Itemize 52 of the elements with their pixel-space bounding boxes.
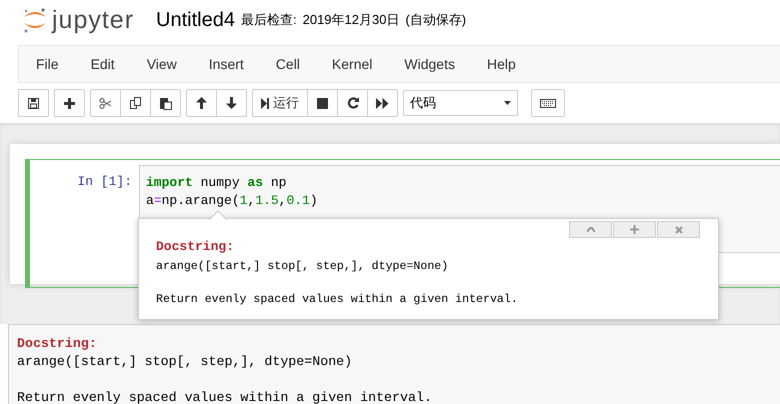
menu-item[interactable]: Widgets [394,56,465,72]
copy-button[interactable] [120,89,151,117]
keyboard-shortcuts-button[interactable] [531,89,565,117]
move-down-button[interactable] [216,89,247,117]
docstring-text: Return evenly spaced values within a given interval. [156,293,519,306]
cut-button[interactable] [90,89,121,117]
notebook-name[interactable]: Untitled4 [156,8,235,32]
function-signature: arange([start,] stop[, step,], dtype=None) [156,260,450,273]
menu-item[interactable]: Edit [80,56,125,72]
pager-signature: arange([start,] stop[, step,], dtype=None) [17,353,354,371]
code-line: import numpy as np [146,174,286,192]
menu-item[interactable]: Kernel [322,56,382,72]
cell-type-dropdown[interactable]: 代码 [403,90,518,116]
menu-item[interactable]: View [136,56,187,72]
logo-icon [22,7,48,33]
autosave-status: (自动保存) [405,11,466,29]
restart-button[interactable] [337,89,368,117]
keyboard-icon [540,98,556,108]
menu-item[interactable]: Insert [198,56,254,72]
paste-icon [160,96,172,110]
save-button[interactable] [18,89,49,117]
fast-forward-icon [376,98,389,108]
caret-up-icon [586,227,594,232]
checkpoint-date: 2019年12月30日 [302,11,400,29]
plus-icon [630,225,639,234]
pager-text: Return evenly spaced values within a given interval. [17,389,433,404]
checkpoint-label: 最后检查: [240,11,297,29]
copy-icon [130,97,142,109]
menu-item[interactable]: File [26,56,69,72]
logo-text: jupyter [52,8,134,32]
paste-button[interactable] [150,89,181,117]
interrupt-button[interactable] [307,89,338,117]
docstring-title: Docstring: [156,239,236,254]
restart-icon [346,97,358,109]
menu-item[interactable]: Cell [266,56,310,72]
menu-item[interactable]: Help [476,56,526,72]
pager-title: Docstring: [17,335,98,353]
input-prompt: In [1]: [76,173,133,191]
stop-icon [317,98,328,108]
arrow-down-icon [226,97,237,109]
run-button[interactable]: 运行 [252,89,308,117]
scissors-icon [99,98,112,108]
move-up-button[interactable] [186,89,217,117]
save-icon [28,98,39,108]
step-forward-icon [261,98,269,108]
caret-icon [504,101,511,105]
run-all-button[interactable] [367,89,398,117]
code-line: a=np.arange(1,1.5,0.1) [146,192,318,210]
plus-icon [64,98,75,108]
insert-cell-button[interactable] [54,89,85,117]
close-icon [674,226,682,234]
arrow-up-icon [196,97,207,109]
